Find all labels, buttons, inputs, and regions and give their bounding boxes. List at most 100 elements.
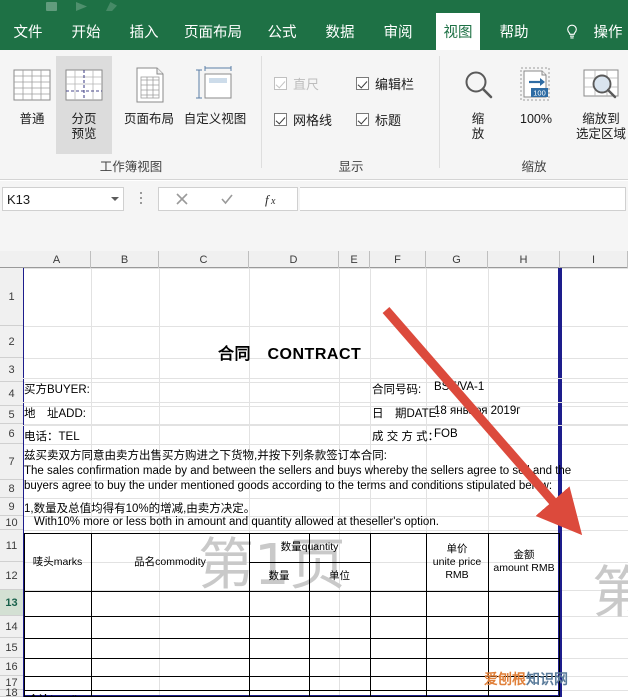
column-header-F[interactable]: F	[370, 251, 426, 268]
sheet-canvas[interactable]: 第1页第2页合同 CONTRACT买方BUYER:地 址ADD:电话：TEL合同…	[23, 268, 628, 697]
ribbon-tab-审阅[interactable]: 审阅	[378, 13, 418, 50]
gridline-horizontal	[23, 268, 628, 269]
formula-bar-area: K13 f x	[0, 181, 628, 251]
column-header-C[interactable]: C	[159, 251, 249, 268]
detail-row-line	[23, 402, 628, 403]
table-header-cell-4: 单位	[329, 570, 350, 582]
ruler-checkbox[interactable]: 直尺	[274, 74, 319, 93]
ribbon-group-zoom: 缩放 100 100% 缩放到 选定区域 缩放	[440, 50, 628, 180]
row-header-15[interactable]: 15	[0, 638, 23, 658]
excel-window: 文件 开始 插入 页面布局 公式 数据 审阅 视图 帮助 操作 普通 分页 预览…	[0, 0, 628, 697]
svg-text:x: x	[270, 196, 276, 207]
row-header-6[interactable]: 6	[0, 424, 23, 444]
show-group-label: 显示	[338, 160, 364, 174]
tell-me-lightbulb-icon[interactable]	[563, 13, 581, 50]
row-header-1[interactable]: 1	[0, 268, 23, 326]
ribbon-tab-操作[interactable]: 操作	[588, 13, 628, 50]
contract-title: 合同 CONTRACT	[218, 346, 362, 363]
contract-paragraph-3: 1,数量及总值均得有10%的增减,由卖方决定。	[24, 503, 256, 515]
row-header-10[interactable]: 10	[0, 516, 23, 530]
ribbon-tab-插入[interactable]: 插入	[124, 13, 164, 50]
gridline-horizontal	[23, 444, 628, 445]
column-header-D[interactable]: D	[249, 251, 339, 268]
row-header-11[interactable]: 11	[0, 530, 23, 562]
row-header-16[interactable]: 16	[0, 658, 23, 676]
checkbox-icon	[356, 113, 369, 126]
gridlines-checkbox[interactable]: 网格线	[274, 110, 332, 129]
custom-views-icon	[193, 60, 237, 110]
column-header-A[interactable]: A	[23, 251, 91, 268]
gridline-horizontal	[23, 326, 628, 327]
page-break-preview-label: 分页 预览	[71, 112, 97, 141]
formula-bar-checkbox[interactable]: 编辑栏	[356, 74, 414, 93]
ribbon-tab-数据[interactable]: 数据	[320, 13, 360, 50]
normal-view-button[interactable]: 普通	[4, 56, 60, 154]
ribbon-tab-bar: 文件 开始 插入 页面布局 公式 数据 审阅 视图 帮助 操作	[0, 13, 628, 50]
column-header-H[interactable]: H	[488, 251, 560, 268]
zoom-button[interactable]: 缩放	[450, 56, 506, 154]
redo-icon[interactable]	[106, 2, 117, 11]
normal-view-icon	[12, 60, 52, 110]
row-header-8[interactable]: 8	[0, 480, 23, 498]
gridline-horizontal	[23, 406, 628, 407]
contract-paragraph-1: The sales confirmation made by and betwe…	[24, 465, 572, 477]
formula-bar-label: 编辑栏	[375, 77, 415, 92]
contract-field-label-1: 地 址ADD:	[24, 408, 86, 420]
ruler-label: 直尺	[293, 77, 320, 92]
row-header-7[interactable]: 7	[0, 444, 23, 480]
contract-detail-value-1: 18 января 2019г	[434, 405, 521, 417]
contract-detail-label-1: 日 期DATE:	[372, 408, 440, 420]
row-header-12[interactable]: 12	[0, 562, 23, 590]
row-header-9[interactable]: 9	[0, 498, 23, 516]
zoom-to-selection-button[interactable]: 缩放到 选定区域	[562, 56, 628, 154]
gridline-horizontal	[23, 498, 628, 499]
workbook-views-group-label: 工作簿视图	[99, 160, 163, 174]
checkbox-icon	[274, 113, 287, 126]
formula-bar-handle[interactable]	[140, 192, 142, 207]
name-box-value: K13	[7, 191, 31, 207]
close-icon[interactable]	[174, 191, 190, 207]
contract-paragraph-0: 兹买卖双方同意由卖方出售买方购进之下货物,并按下列条款签订本合同:	[24, 450, 387, 462]
ribbon-tab-文件[interactable]: 文件	[8, 13, 48, 50]
formula-input[interactable]	[300, 187, 626, 211]
formula-entry-buttons: f x	[158, 187, 298, 211]
row-header-2[interactable]: 2	[0, 326, 23, 358]
gridline-horizontal	[23, 530, 628, 531]
table-header-cell-3: 数量	[268, 570, 290, 582]
table-header-cell-0: 唛头marks	[32, 555, 83, 568]
ribbon-tab-开始[interactable]: 开始	[66, 13, 106, 50]
row-header-4[interactable]: 4	[0, 382, 23, 406]
chevron-down-icon[interactable]	[111, 197, 119, 201]
zoom-group-label: 缩放	[521, 160, 547, 174]
zoom-label: 缩放	[471, 112, 485, 141]
table-row-rule	[24, 616, 560, 617]
worksheet-grid: ABCDEFGHI 1 2 3 4 5 6 7 8 9 10 11 12 13 14 15 16 17 18 第1…	[0, 251, 628, 697]
row-header-18[interactable]: 18	[0, 687, 23, 697]
row-header-14[interactable]: 14	[0, 616, 23, 638]
ribbon-tab-页面布局[interactable]: 页面布局	[180, 13, 246, 50]
custom-views-button[interactable]: 自定义视图	[176, 56, 254, 154]
contract-field-label-0: 买方BUYER:	[24, 384, 90, 396]
column-header-I[interactable]: I	[560, 251, 628, 268]
page-break-preview-icon	[64, 60, 104, 110]
row-header-13[interactable]: 13	[0, 590, 23, 616]
ribbon-tab-公式[interactable]: 公式	[262, 13, 302, 50]
check-icon[interactable]	[219, 191, 235, 207]
column-header-B[interactable]: B	[91, 251, 159, 268]
table-row-rule	[24, 638, 560, 639]
page-break-preview-button[interactable]: 分页 预览	[56, 56, 112, 154]
zoom-to-selection-label: 缩放到 选定区域	[575, 112, 626, 141]
table-header-cell-1: 品名commodity	[134, 555, 206, 568]
column-header-G[interactable]: G	[426, 251, 488, 268]
name-box[interactable]: K13	[2, 187, 124, 211]
undo-icon[interactable]	[76, 2, 87, 11]
ribbon-tab-视图[interactable]: 视图	[436, 13, 480, 50]
row-header-5[interactable]: 5	[0, 406, 23, 424]
headings-checkbox[interactable]: 标题	[356, 110, 401, 129]
zoom-100-button[interactable]: 100 100%	[508, 56, 564, 154]
row-header-3[interactable]: 3	[0, 358, 23, 382]
column-header-E[interactable]: E	[339, 251, 370, 268]
fx-icon[interactable]: f x	[264, 191, 282, 207]
save-icon[interactable]	[46, 2, 57, 11]
ribbon-tab-帮助[interactable]: 帮助	[494, 13, 534, 50]
